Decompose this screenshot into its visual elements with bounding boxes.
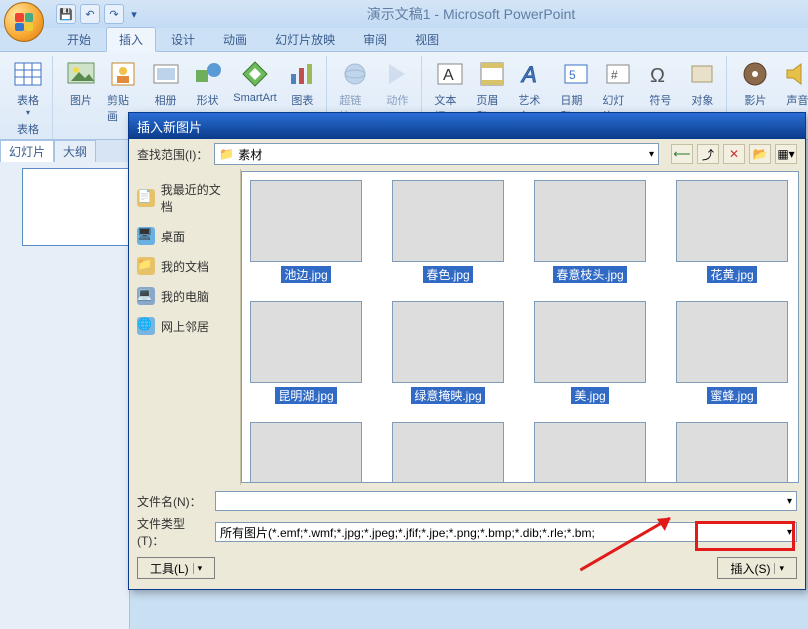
file-item[interactable]: 美.jpg bbox=[534, 301, 646, 404]
tab-design[interactable]: 设计 bbox=[158, 27, 208, 51]
title-bar: 💾 ↶ ↷ ▾ 演示文稿1 - Microsoft PowerPoint bbox=[0, 0, 808, 28]
qat-dropdown-icon[interactable]: ▾ bbox=[128, 4, 140, 24]
panel-tab-outline[interactable]: 大纲 bbox=[54, 140, 96, 162]
filename-label: 文件名(N)： bbox=[137, 493, 209, 510]
file-item[interactable] bbox=[676, 422, 788, 483]
place-desktop[interactable]: 🖥桌面 bbox=[133, 221, 236, 251]
file-item[interactable]: 春色.jpg bbox=[392, 180, 504, 283]
network-icon: 🌐 bbox=[137, 317, 155, 335]
mycomputer-icon: 💻 bbox=[137, 287, 155, 305]
tab-slideshow[interactable]: 幻灯片放映 bbox=[262, 27, 348, 51]
movie-button[interactable]: 影片 bbox=[735, 56, 775, 110]
lookin-combo[interactable]: 📁 素材 ▾ bbox=[214, 143, 659, 165]
save-icon[interactable]: 💾 bbox=[56, 4, 76, 24]
filename-input[interactable]: ▾ bbox=[215, 491, 797, 511]
file-item[interactable] bbox=[250, 422, 362, 483]
panel-tab-slides[interactable]: 幻灯片 bbox=[0, 140, 54, 162]
action-label: 动作 bbox=[386, 92, 408, 108]
insert-picture-dialog: 插入新图片 查找范围(I)： 📁 素材 ▾ ⟵ ⤴ ✕ 📂 ▦▾ 📄我最近的文档… bbox=[128, 112, 806, 590]
insert-button[interactable]: 插入(S)▾ bbox=[717, 557, 797, 579]
file-item[interactable] bbox=[534, 422, 646, 483]
tab-view[interactable]: 视图 bbox=[402, 27, 452, 51]
file-list[interactable]: 池边.jpg 春色.jpg 春意枝头.jpg 花黄.jpg 昆明湖.jpg 绿意… bbox=[241, 171, 799, 483]
sound-label: 声音 bbox=[786, 92, 808, 108]
place-mydocs[interactable]: 📁我的文档 bbox=[133, 251, 236, 281]
place-recent[interactable]: 📄我最近的文档 bbox=[133, 175, 236, 221]
object-label: 对象 bbox=[691, 92, 713, 108]
filetype-combo[interactable]: 所有图片(*.emf;*.wmf;*.jpg;*.jpeg;*.jfif;*.j… bbox=[215, 522, 797, 542]
picture-button[interactable]: 图片 bbox=[61, 56, 101, 126]
tab-start[interactable]: 开始 bbox=[54, 27, 104, 51]
table-button[interactable]: 表格 ▾ bbox=[8, 56, 48, 119]
svg-text:Ω: Ω bbox=[650, 65, 665, 87]
movie-label: 影片 bbox=[744, 92, 766, 108]
newfolder-icon[interactable]: 📂 bbox=[749, 144, 771, 164]
file-item[interactable]: 花黄.jpg bbox=[676, 180, 788, 283]
file-item[interactable]: 春意枝头.jpg bbox=[534, 180, 646, 283]
file-item[interactable]: 昆明湖.jpg bbox=[250, 301, 362, 404]
ribbon-group-tables: 表格 ▾ 表格 bbox=[4, 56, 53, 139]
file-item[interactable]: 绿意掩映.jpg bbox=[392, 301, 504, 404]
redo-icon[interactable]: ↷ bbox=[104, 4, 124, 24]
sound-button[interactable]: 声音 bbox=[777, 56, 808, 110]
symbol-label: 符号 bbox=[649, 92, 671, 108]
dialog-title: 插入新图片 bbox=[129, 113, 805, 139]
svg-text:#: # bbox=[611, 68, 618, 82]
office-button[interactable] bbox=[4, 2, 44, 42]
place-mycomputer[interactable]: 💻我的电脑 bbox=[133, 281, 236, 311]
smartart-label: SmartArt bbox=[233, 92, 276, 104]
lookin-label: 查找范围(I)： bbox=[137, 146, 208, 163]
lookin-value: 素材 bbox=[238, 146, 262, 163]
slides-panel: 幻灯片 大纲 1 bbox=[0, 140, 130, 629]
desktop-icon: 🖥 bbox=[137, 227, 155, 245]
filetype-label: 文件类型(T)： bbox=[137, 515, 209, 549]
tab-insert[interactable]: 插入 bbox=[106, 27, 156, 52]
place-network[interactable]: 🌐网上邻居 bbox=[133, 311, 236, 341]
ribbon-tabs: 开始 插入 设计 动画 幻灯片放映 审阅 视图 bbox=[0, 28, 808, 52]
views-icon[interactable]: ▦▾ bbox=[775, 144, 797, 164]
slide-thumbnail[interactable] bbox=[22, 168, 132, 246]
dialog-nav-icons: ⟵ ⤴ ✕ 📂 ▦▾ bbox=[671, 144, 797, 164]
places-bar: 📄我最近的文档 🖥桌面 📁我的文档 💻我的电脑 🌐网上邻居 bbox=[129, 169, 241, 485]
app-title: 演示文稿1 - Microsoft PowerPoint bbox=[140, 4, 802, 24]
delete-icon[interactable]: ✕ bbox=[723, 144, 745, 164]
recent-icon: 📄 bbox=[137, 189, 155, 207]
tab-anim[interactable]: 动画 bbox=[210, 27, 260, 51]
svg-text:A: A bbox=[443, 67, 454, 84]
file-item[interactable]: 池边.jpg bbox=[250, 180, 362, 283]
svg-text:5: 5 bbox=[569, 68, 576, 82]
svg-text:A: A bbox=[520, 62, 537, 87]
quick-access-toolbar: 💾 ↶ ↷ ▾ bbox=[56, 4, 140, 24]
group-label-tables: 表格 bbox=[17, 121, 39, 137]
back-icon[interactable]: ⟵ bbox=[671, 144, 693, 164]
table-label: 表格 bbox=[17, 92, 39, 108]
tools-button[interactable]: 工具(L)▾ bbox=[137, 557, 215, 579]
picture-label: 图片 bbox=[70, 92, 92, 108]
album-label: 相册 bbox=[155, 92, 177, 108]
file-item[interactable] bbox=[392, 422, 504, 483]
mydocs-icon: 📁 bbox=[137, 257, 155, 275]
chart-label: 图表 bbox=[291, 92, 313, 108]
folder-icon: 📁 bbox=[219, 147, 234, 161]
file-item[interactable]: 蜜蜂.jpg bbox=[676, 301, 788, 404]
tab-review[interactable]: 审阅 bbox=[350, 27, 400, 51]
shapes-label: 形状 bbox=[197, 92, 219, 108]
undo-icon[interactable]: ↶ bbox=[80, 4, 100, 24]
up-icon[interactable]: ⤴ bbox=[697, 144, 719, 164]
